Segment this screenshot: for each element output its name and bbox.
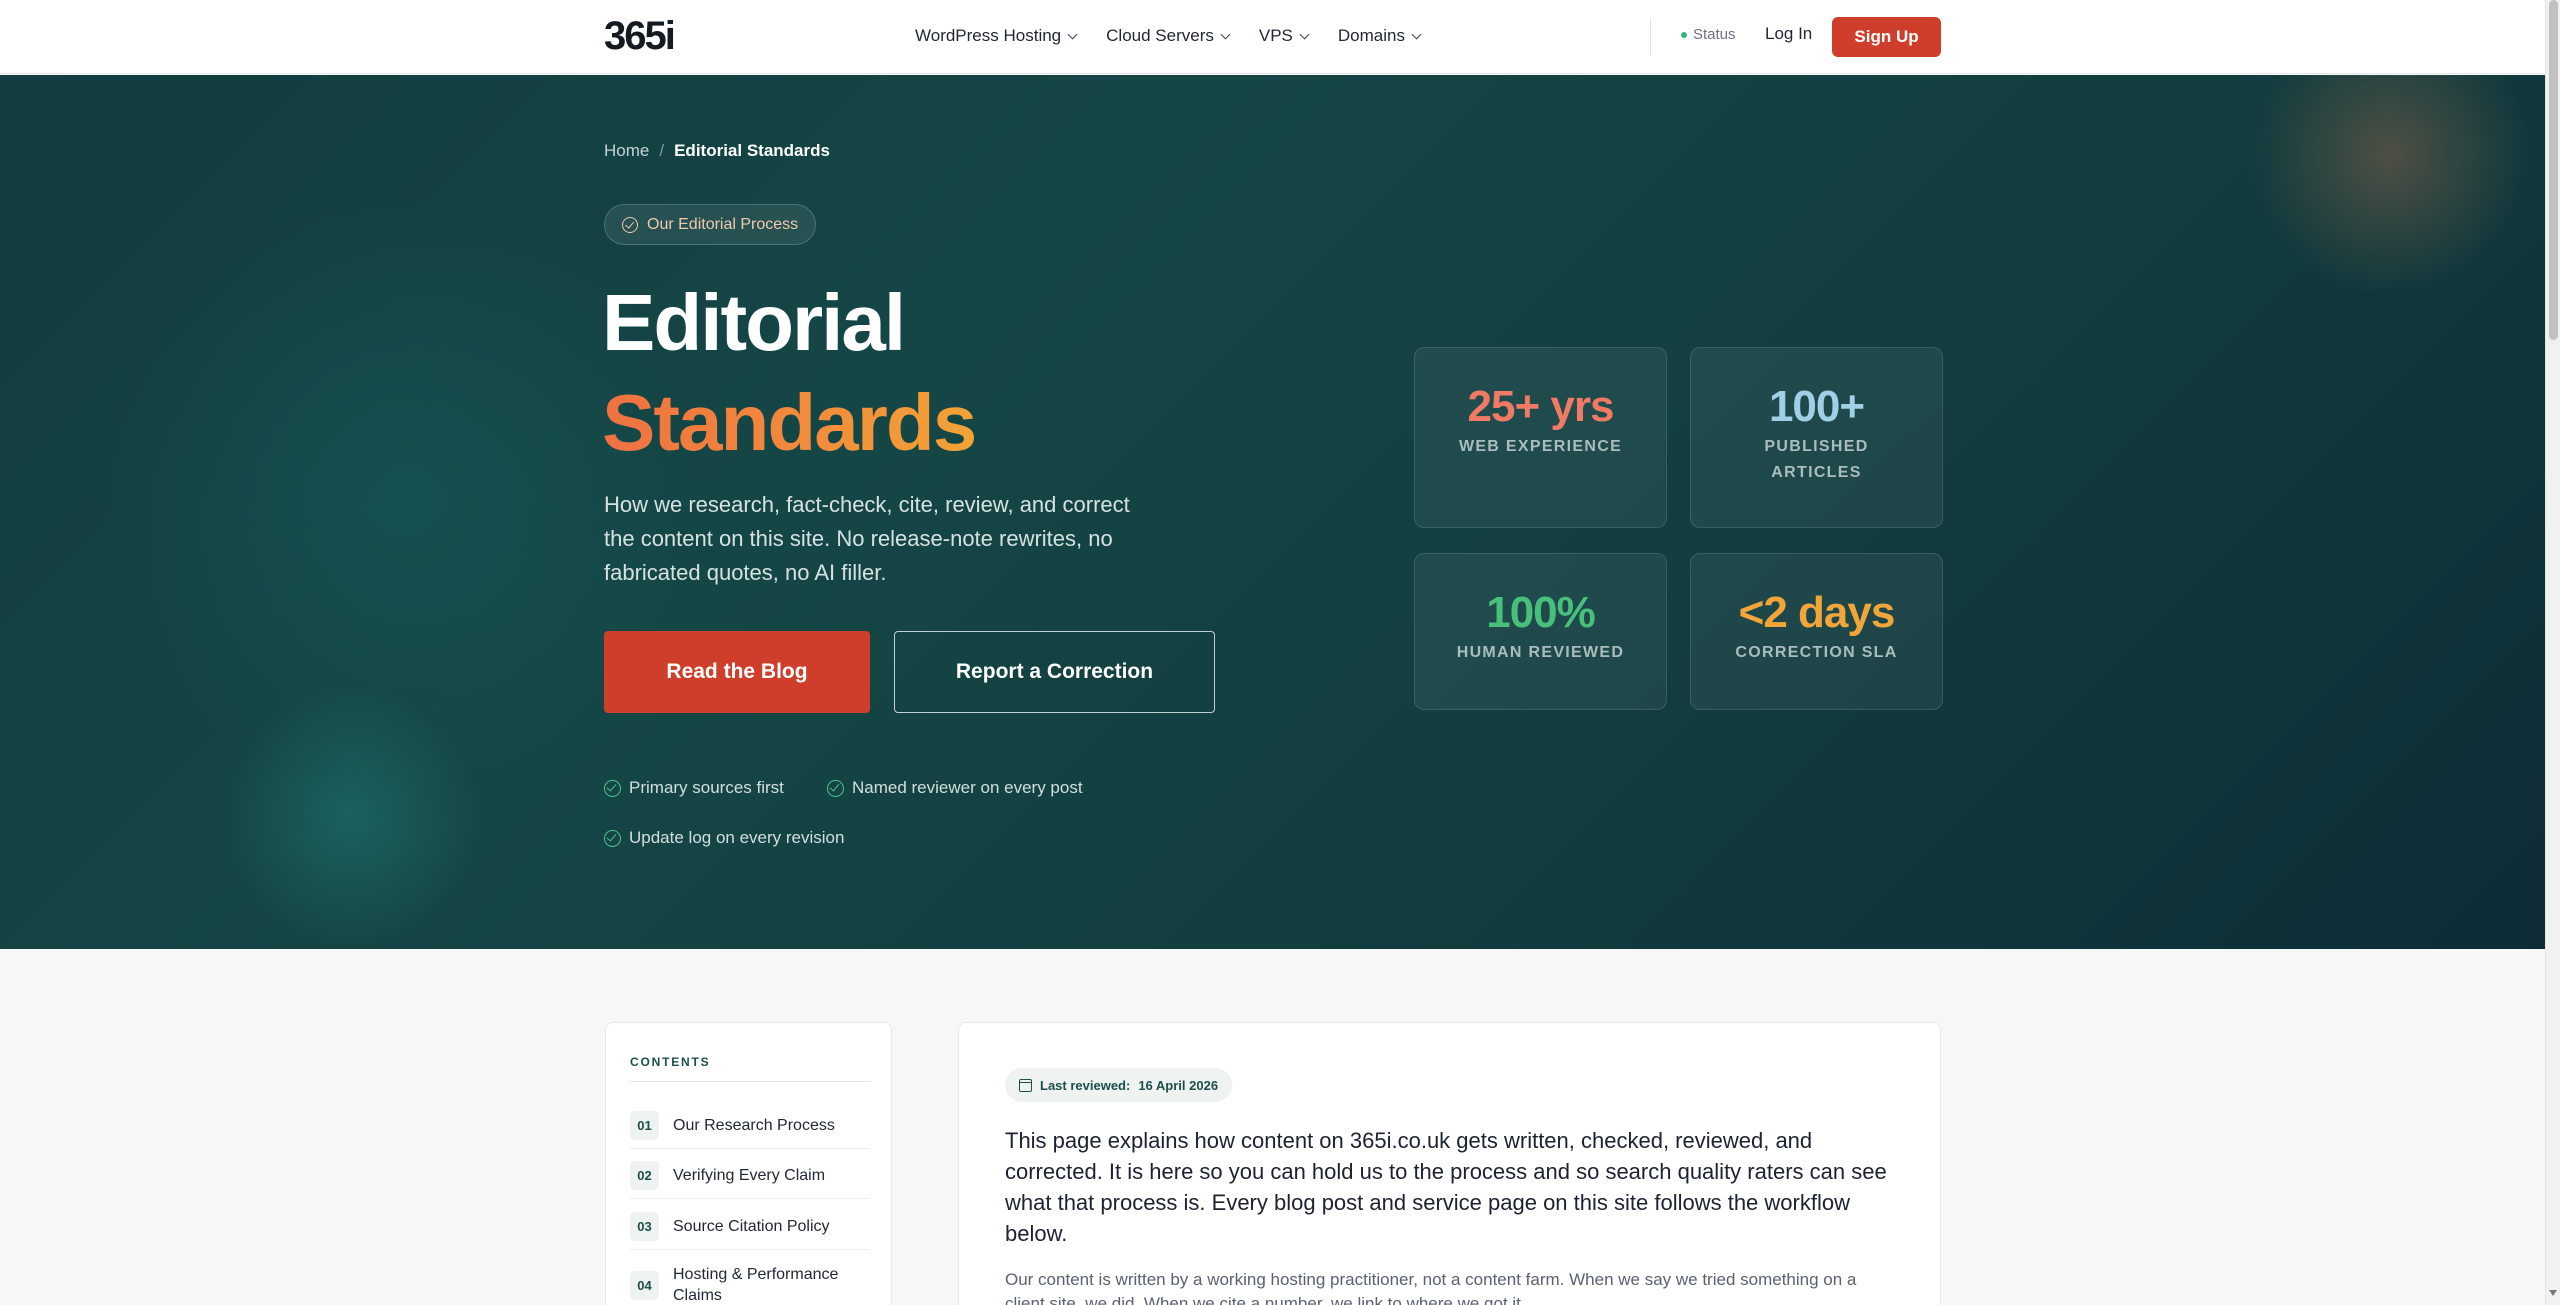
login-link[interactable]: Log In (1765, 24, 1812, 44)
article-intro: This page explains how content on 365i.c… (1005, 1128, 1887, 1246)
stat-value: 100+ (1768, 382, 1865, 431)
page-scrollbar[interactable] (2545, 0, 2560, 1305)
table-of-contents: CONTENTS 01 Our Research Process 02 Veri… (605, 1022, 892, 1305)
check-circle-icon (827, 779, 844, 797)
status-label: Status (1693, 26, 1736, 43)
toc-number: 04 (630, 1270, 659, 1300)
chevron-down-icon (1411, 29, 1422, 39)
toc-divider (630, 1081, 870, 1082)
nav-divider (1650, 18, 1651, 56)
menu-item-domains[interactable]: Domains (1337, 24, 1422, 48)
status-link[interactable]: Status (1681, 26, 1736, 43)
status-dot-icon (1681, 31, 1687, 38)
scroll-down-arrow-icon[interactable] (2549, 1290, 2557, 1296)
chevron-down-icon (1299, 29, 1310, 39)
feature-check-item: Primary sources first (604, 778, 784, 798)
menu-item-vps[interactable]: VPS (1258, 24, 1310, 48)
last-reviewed-badge: Last reviewed: 16 April 2026 (1005, 1068, 1233, 1102)
breadcrumb-home[interactable]: Home (604, 141, 649, 161)
signup-button[interactable]: Sign Up (1832, 17, 1941, 57)
toc-heading: CONTENTS (630, 1055, 711, 1069)
toc-item-verifying-claims[interactable]: 02 Verifying Every Claim (630, 1153, 870, 1199)
badge-label: Our Editorial Process (647, 215, 799, 233)
stat-card-reviewed: 100% HUMAN REVIEWED (1414, 553, 1667, 710)
stat-card-experience: 25+ yrs WEB EXPERIENCE (1414, 347, 1667, 528)
toc-item-research-process[interactable]: 01 Our Research Process (630, 1103, 870, 1149)
calendar-icon (1019, 1078, 1032, 1092)
article-card: Last reviewed: 16 April 2026 This page e… (958, 1022, 1941, 1305)
menu-item-label: Cloud Servers (1106, 26, 1214, 45)
reviewed-date: 16 April 2026 (1138, 1077, 1219, 1093)
toc-item-source-citation[interactable]: 03 Source Citation Policy (630, 1204, 870, 1250)
top-navigation: 365i WordPress Hosting Cloud Servers VPS… (0, 0, 2545, 74)
toc-label: Our Research Process (673, 1117, 835, 1134)
toc-label: Source Citation Policy (673, 1218, 830, 1235)
chevron-down-icon (1220, 29, 1231, 39)
read-blog-button[interactable]: Read the Blog (604, 631, 870, 713)
toc-number: 01 (630, 1111, 659, 1140)
breadcrumb-separator: / (659, 141, 665, 160)
feature-label: Primary sources first (629, 778, 784, 797)
menu-item-wordpress-hosting[interactable]: WordPress Hosting (915, 24, 1078, 48)
scrollbar-thumb[interactable] (2549, 0, 2558, 340)
stat-card-articles: 100+ PUBLISHED ARTICLES (1690, 347, 1943, 528)
hero-description: How we research, fact-check, cite, revie… (604, 492, 1130, 585)
toc-number: 02 (630, 1161, 659, 1190)
menu-item-label: WordPress Hosting (915, 26, 1062, 45)
editorial-process-badge: Our Editorial Process (604, 204, 817, 245)
stat-value: <2 days (1738, 588, 1896, 637)
page-title-line-1: Editorial (602, 278, 906, 367)
stat-label: CORRECTION SLA (1735, 644, 1898, 661)
toc-item-hosting-performance[interactable]: 04 Hosting & Performance Claims (630, 1255, 870, 1305)
hero-section: Home / Editorial Standards Our Editorial… (0, 75, 2545, 949)
toc-label: Verifying Every Claim (673, 1167, 826, 1184)
breadcrumb-current: Editorial Standards (674, 141, 830, 160)
check-circle-icon (622, 216, 638, 233)
reviewed-label: Last reviewed: (1040, 1077, 1131, 1093)
report-correction-button[interactable]: Report a Correction (894, 631, 1215, 713)
feature-check-item: Named reviewer on every post (827, 778, 1083, 798)
menu-item-cloud-servers[interactable]: Cloud Servers (1106, 24, 1231, 48)
stat-value: 100% (1486, 588, 1596, 637)
stat-label: WEB EXPERIENCE (1458, 438, 1623, 455)
toc-number: 03 (630, 1212, 659, 1241)
breadcrumb: Home / Editorial Standards (604, 141, 830, 161)
article-body: Our content is written by a working host… (1005, 1270, 1857, 1305)
feature-label: Update log on every revision (629, 828, 845, 847)
feature-check-item: Update log on every revision (604, 828, 844, 848)
menu-item-label: Domains (1337, 26, 1405, 45)
stat-card-correction-sla: <2 days CORRECTION SLA (1690, 553, 1943, 710)
main-menu: WordPress Hosting Cloud Servers VPS Doma… (915, 24, 1422, 48)
check-circle-icon (604, 829, 621, 847)
site-logo[interactable]: 365i (604, 16, 676, 56)
feature-label: Named reviewer on every post (852, 778, 1083, 797)
stat-value: 25+ yrs (1467, 382, 1615, 431)
chevron-down-icon (1067, 29, 1078, 39)
stat-label: HUMAN REVIEWED (1456, 644, 1625, 661)
page-title-line-2: Standards (602, 375, 977, 471)
stat-label: PUBLISHED ARTICLES (1764, 438, 1869, 481)
menu-item-label: VPS (1258, 26, 1293, 45)
check-circle-icon (604, 779, 621, 797)
toc-label: Hosting & Performance Claims (673, 1266, 839, 1304)
